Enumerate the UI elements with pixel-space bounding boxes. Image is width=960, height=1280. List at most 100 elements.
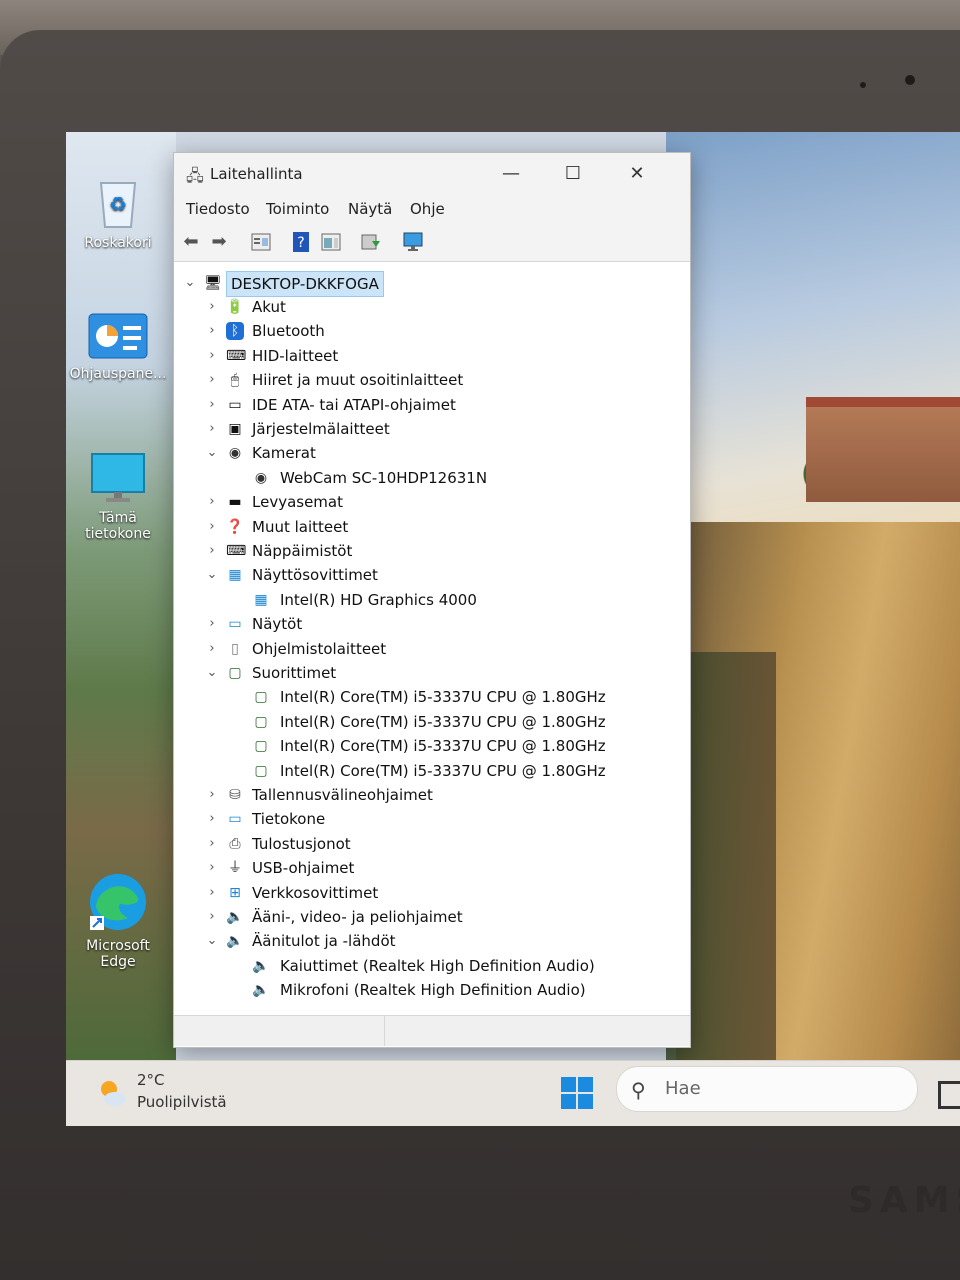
- cpu-icon: ▢: [254, 689, 268, 706]
- chevron-right-icon[interactable]: ›: [204, 417, 220, 441]
- tree-category-label: Kamerat: [252, 444, 316, 463]
- chevron-right-icon[interactable]: ›: [204, 856, 220, 880]
- menu-help[interactable]: Ohje: [410, 200, 445, 218]
- chevron-down-icon[interactable]: ⌄: [204, 441, 220, 465]
- chevron-right-icon[interactable]: ›: [204, 295, 220, 319]
- tree-category-label: Akut: [252, 298, 286, 316]
- hid-icon: ⌨: [226, 347, 247, 364]
- cpu-icon: ▢: [254, 713, 268, 730]
- desktop-icon-label: Tämä tietokone: [85, 510, 151, 542]
- ide-icon: ▭: [228, 396, 242, 413]
- chevron-right-icon[interactable]: ›: [204, 515, 220, 539]
- tree-category-label: USB-ohjaimet: [252, 859, 355, 878]
- tree-category-label: Suorittimet: [252, 664, 337, 682]
- properties-icon[interactable]: [250, 231, 272, 253]
- close-button[interactable]: ✕: [614, 159, 660, 189]
- tree-category-label: Tietokone: [252, 810, 326, 829]
- help-icon[interactable]: ?: [290, 231, 312, 253]
- tree-category-label: Näppäimistöt: [252, 542, 353, 560]
- bluetooth-icon: ᛒ: [226, 322, 244, 341]
- menu-file[interactable]: Tiedosto: [186, 200, 250, 218]
- chevron-right-icon[interactable]: ›: [204, 539, 220, 563]
- printer-icon: ⎙: [229, 835, 241, 852]
- chevron-down-icon[interactable]: ⌄: [182, 271, 198, 295]
- desktop-icon-this-pc[interactable]: Tämä tietokone: [68, 452, 168, 542]
- tree-category-label: Ääni-, video- ja peliohjaimet: [252, 908, 463, 926]
- menu-view[interactable]: Näytä: [348, 200, 392, 218]
- chevron-right-icon[interactable]: ›: [204, 612, 220, 636]
- usb-icon: ⏚: [228, 860, 242, 877]
- tree-device-label: Intel(R) Core(TM) i5-3337U CPU @ 1.80GHz: [280, 688, 606, 707]
- cpu-icon: ▢: [254, 762, 268, 779]
- camera-dot: [905, 75, 915, 85]
- computer-icon: ▭: [228, 811, 242, 828]
- keyboard-icon: ⌨: [226, 543, 247, 559]
- weather-partly-cloudy-icon[interactable]: [96, 1077, 128, 1109]
- control-panel-icon: [87, 312, 149, 360]
- storage-icon: ⛁: [229, 787, 241, 803]
- forward-icon[interactable]: ➡: [208, 231, 230, 253]
- tree-category-label: Ohjelmistolaitteet: [252, 639, 387, 658]
- search-icon: ⚲: [631, 1078, 646, 1102]
- recycle-bin-icon: ♻: [95, 177, 141, 229]
- desktop-icon-control-panel[interactable]: Ohjauspane...: [68, 312, 168, 382]
- device-manager-icon: 🖧: [186, 166, 204, 185]
- desktop-icon-edge[interactable]: Microsoft Edge: [68, 872, 168, 970]
- maximize-button[interactable]: ☐: [550, 159, 596, 189]
- screen: ♻ Roskakori Ohjauspane... Tämä tietokone…: [66, 132, 960, 1126]
- weather-condition[interactable]: Puolipilvistä: [137, 1093, 227, 1111]
- computer-icon: 🖥: [204, 275, 222, 291]
- view-icon[interactable]: [320, 231, 342, 253]
- cpu-icon: ▢: [254, 738, 268, 755]
- chevron-right-icon[interactable]: ›: [204, 319, 220, 343]
- minimize-button[interactable]: —: [488, 159, 534, 189]
- menu-action[interactable]: Toiminto: [266, 200, 329, 218]
- window-title: Laitehallinta: [210, 165, 303, 183]
- device-tree: ⌄ 🖥 DESKTOP-DKKFOGA › 🔋 Akut › ᛒ Bluetooth › ⌨ H…: [174, 263, 690, 1003]
- chevron-right-icon[interactable]: ›: [204, 905, 220, 929]
- weather-temperature[interactable]: 2°C: [137, 1071, 165, 1089]
- chevron-down-icon[interactable]: ⌄: [204, 563, 220, 587]
- taskbar: 2°C Puolipilvistä ⚲ Hae: [66, 1060, 960, 1126]
- svg-text:?: ?: [297, 235, 304, 251]
- chevron-right-icon[interactable]: ›: [204, 490, 220, 514]
- taskbar-search[interactable]: ⚲ Hae: [616, 1066, 918, 1112]
- chevron-right-icon[interactable]: ›: [204, 783, 220, 807]
- svg-text:♻: ♻: [109, 192, 127, 216]
- cpu-icon: ▢: [228, 665, 242, 681]
- chevron-right-icon[interactable]: ›: [204, 368, 220, 392]
- speaker-icon: 🔈: [252, 982, 270, 999]
- camera-icon: ◉: [228, 445, 242, 462]
- monitor-icon[interactable]: [402, 231, 424, 253]
- start-button[interactable]: [560, 1076, 594, 1110]
- tree-category-label: HID-laitteet: [252, 346, 339, 365]
- desktop-icon-label: Roskakori: [84, 235, 152, 251]
- chevron-right-icon[interactable]: ›: [204, 832, 220, 856]
- chevron-down-icon[interactable]: ⌄: [204, 929, 220, 953]
- status-divider: [384, 1016, 385, 1046]
- chevron-down-icon[interactable]: ⌄: [204, 661, 220, 685]
- chevron-right-icon[interactable]: ›: [204, 881, 220, 905]
- tree-category-label: Tallennusvälineohjaimet: [252, 786, 433, 804]
- sensor-dot: [860, 82, 866, 88]
- tree-category-label: Bluetooth: [252, 322, 325, 341]
- tree-category-label: Näyttösovittimet: [252, 566, 378, 585]
- edge-icon: [88, 872, 148, 932]
- chevron-right-icon[interactable]: ›: [204, 393, 220, 417]
- tree-root-label: DESKTOP-DKKFOGA: [226, 271, 384, 297]
- windows-logo-icon: [561, 1077, 593, 1109]
- desktop-icon-label: Microsoft Edge: [86, 938, 150, 970]
- network-icon: ⊞: [229, 884, 241, 901]
- update-driver-icon[interactable]: [360, 231, 382, 253]
- desktop-icon-recycle-bin[interactable]: ♻ Roskakori: [68, 177, 168, 251]
- back-icon[interactable]: ⬅: [180, 231, 202, 253]
- task-view-icon[interactable]: [938, 1081, 960, 1109]
- chevron-right-icon[interactable]: ›: [204, 807, 220, 831]
- chevron-right-icon[interactable]: ›: [204, 637, 220, 661]
- tree-device-label: Intel(R) HD Graphics 4000: [280, 590, 477, 609]
- desktop-icon-label: Ohjauspane...: [69, 366, 167, 382]
- title-bar[interactable]: 🖧 Laitehallinta — ☐ ✕: [174, 153, 690, 193]
- other-device-icon: ❓: [226, 518, 244, 535]
- speaker-icon: 🔈: [226, 933, 244, 950]
- chevron-right-icon[interactable]: ›: [204, 344, 220, 368]
